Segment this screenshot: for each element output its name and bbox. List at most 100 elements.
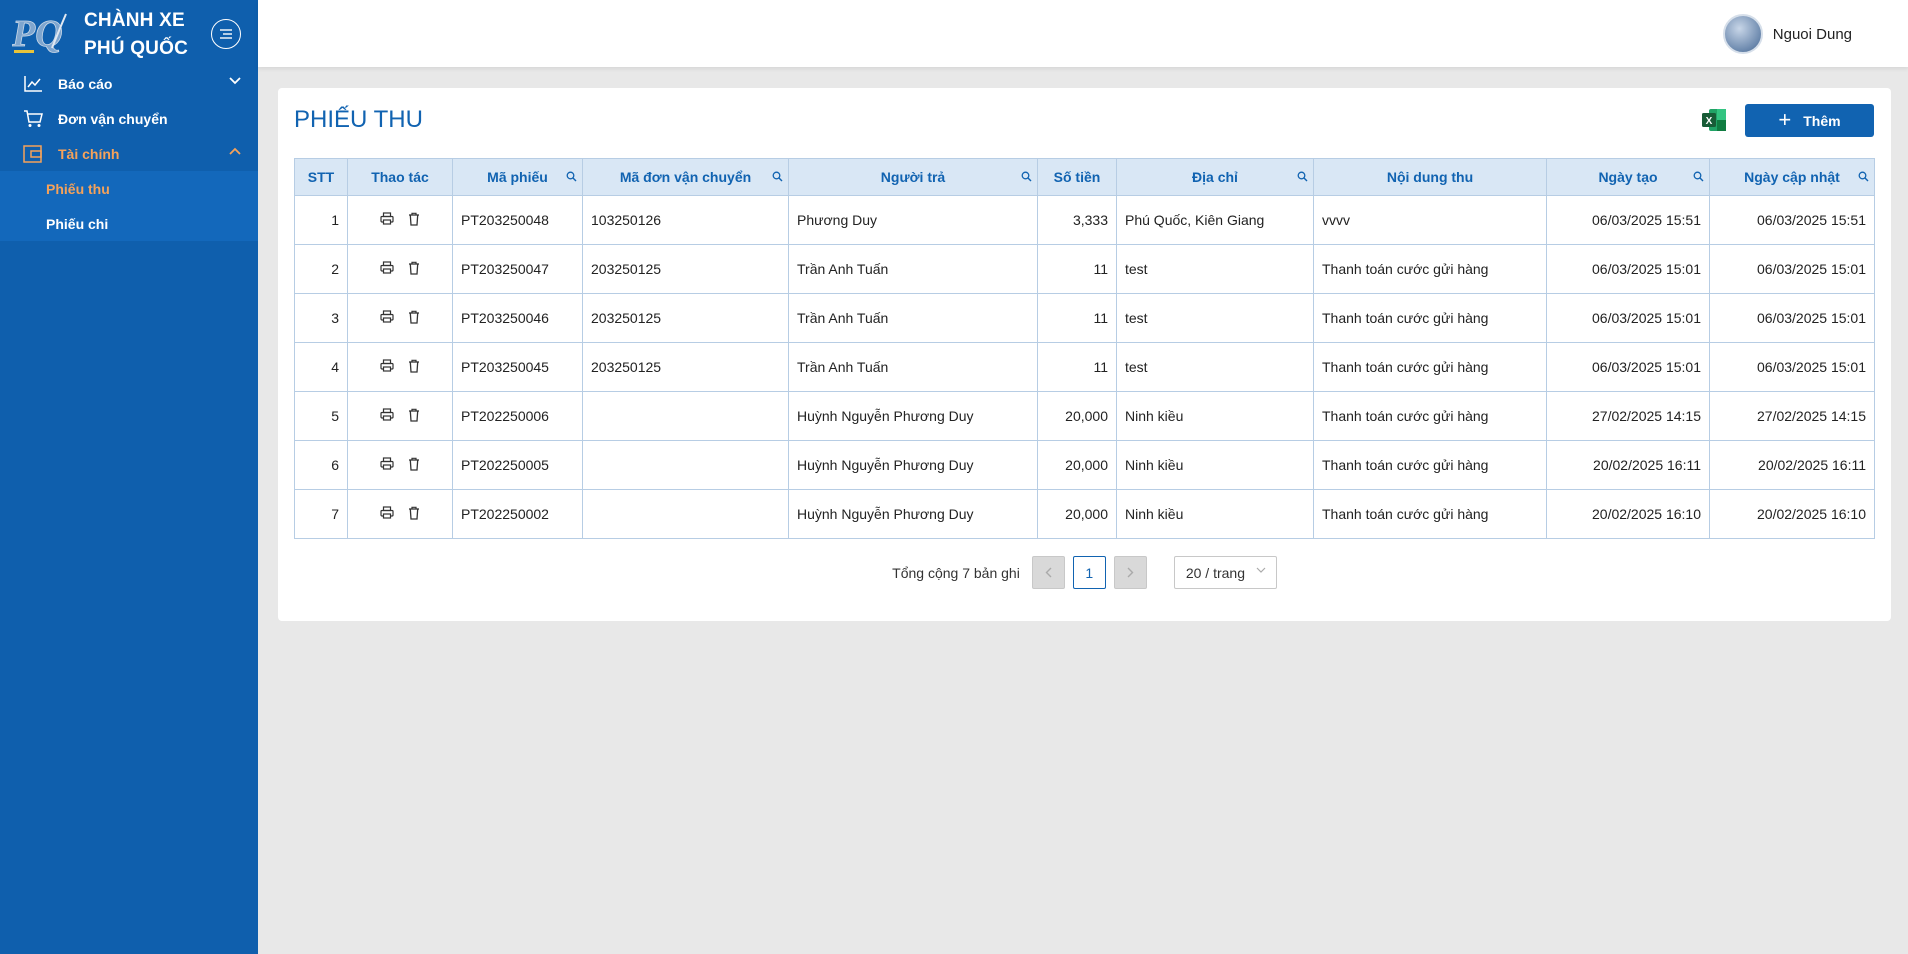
trash-icon[interactable] xyxy=(408,457,420,471)
trash-icon[interactable] xyxy=(408,359,420,373)
table-row: 2 PT203250047 203250125 Trần Anh Tuấn 11 test… xyxy=(294,244,1875,294)
cell-ma-phieu: PT203250045 xyxy=(452,342,583,392)
main-card: PHIẾU THU X + Thêm STT Thao tác Mã phiếu… xyxy=(278,88,1891,621)
export-excel-button[interactable]: X xyxy=(1700,107,1728,133)
search-icon[interactable] xyxy=(1021,171,1032,182)
cell-actions xyxy=(347,293,453,343)
prev-page-button[interactable] xyxy=(1031,556,1065,589)
table-row: 1 PT203250048 103250126 Phương Duy 3,333 Phú … xyxy=(294,195,1875,245)
sidebar-item-don-van-chuyen[interactable]: Đơn vận chuyển xyxy=(0,101,258,136)
table-header-row: STT Thao tác Mã phiếu Mã đơn vận chuyển … xyxy=(294,158,1875,196)
brand-line-1: CHÀNH XE xyxy=(84,10,185,31)
trash-icon[interactable] xyxy=(408,506,420,520)
avatar xyxy=(1722,14,1763,54)
cell-ma-don: 103250126 xyxy=(582,195,789,245)
cell-ma-phieu: PT203250046 xyxy=(452,293,583,343)
page-title: PHIẾU THU xyxy=(294,106,423,133)
brand-name: CHÀNH XE PHÚ QUỐC xyxy=(84,7,188,63)
cell-so-tien: 11 xyxy=(1037,342,1117,392)
print-icon[interactable] xyxy=(380,408,394,421)
cell-actions xyxy=(347,244,453,294)
add-button[interactable]: + Thêm xyxy=(1745,104,1874,137)
cell-ngay-cap-nhat: 06/03/2025 15:01 xyxy=(1709,342,1875,392)
search-icon[interactable] xyxy=(772,171,783,182)
page-size-select[interactable]: 20 / trang xyxy=(1173,556,1277,589)
brand-line-2: PHÚ QUỐC xyxy=(84,38,188,59)
top-header: Nguoi Dung xyxy=(258,0,1908,67)
print-icon[interactable] xyxy=(380,261,394,274)
chevron-right-icon xyxy=(1127,567,1134,578)
sidebar-item-bao-cao[interactable]: Báo cáo xyxy=(0,66,258,101)
cell-dia-chi: Phú Quốc, Kiên Giang xyxy=(1116,195,1314,245)
print-icon[interactable] xyxy=(380,212,394,225)
cell-stt: 2 xyxy=(294,244,348,294)
trash-icon[interactable] xyxy=(408,408,420,422)
cell-ngay-cap-nhat: 27/02/2025 14:15 xyxy=(1709,391,1875,441)
trash-icon[interactable] xyxy=(408,212,420,226)
cell-nguoi-tra: Trần Anh Tuấn xyxy=(788,293,1038,343)
sidebar-item-label: Đơn vận chuyển xyxy=(58,110,168,127)
table-body: 1 PT203250048 103250126 Phương Duy 3,333 Phú … xyxy=(294,195,1875,539)
cell-stt: 4 xyxy=(294,342,348,392)
total-records: Tổng cộng 7 bản ghi xyxy=(892,564,1020,581)
brand: PQ CHÀNH XE PHÚ QUỐC xyxy=(0,0,258,66)
logo-icon: PQ xyxy=(12,13,67,55)
table-row: 7 PT202250002 Huỳnh Nguyễn Phương Duy 20,00… xyxy=(294,489,1875,539)
cell-ngay-cap-nhat: 06/03/2025 15:01 xyxy=(1709,244,1875,294)
table-row: 3 PT203250046 203250125 Trần Anh Tuấn 11 test… xyxy=(294,293,1875,343)
cell-dia-chi: Ninh kiều xyxy=(1116,391,1314,441)
cell-ma-don xyxy=(582,391,789,441)
cell-so-tien: 11 xyxy=(1037,293,1117,343)
cell-stt: 5 xyxy=(294,391,348,441)
cell-ngay-cap-nhat: 20/02/2025 16:11 xyxy=(1709,440,1875,490)
cell-noi-dung: Thanh toán cước gửi hàng xyxy=(1313,440,1547,490)
cell-actions xyxy=(347,195,453,245)
cell-noi-dung: Thanh toán cước gửi hàng xyxy=(1313,342,1547,392)
sidebar-item-phieu-chi[interactable]: Phiếu chi xyxy=(0,206,258,241)
sidebar: PQ CHÀNH XE PHÚ QUỐC Báo cáo Đơn vận chu… xyxy=(0,0,258,954)
search-icon[interactable] xyxy=(1693,171,1704,182)
page-number-button[interactable]: 1 xyxy=(1072,556,1106,589)
sidebar-toggle-button[interactable] xyxy=(211,19,241,49)
trash-icon[interactable] xyxy=(408,261,420,275)
table-row: 4 PT203250045 203250125 Trần Anh Tuấn 11 test… xyxy=(294,342,1875,392)
cell-nguoi-tra: Phương Duy xyxy=(788,195,1038,245)
cart-icon xyxy=(22,108,44,130)
cell-so-tien: 11 xyxy=(1037,244,1117,294)
cell-nguoi-tra: Trần Anh Tuấn xyxy=(788,342,1038,392)
cell-ngay-cap-nhat: 20/02/2025 16:10 xyxy=(1709,489,1875,539)
cell-dia-chi: Ninh kiều xyxy=(1116,489,1314,539)
print-icon[interactable] xyxy=(380,359,394,372)
cell-ngay-tao: 06/03/2025 15:01 xyxy=(1546,293,1710,343)
submenu-tai-chinh: Phiếu thu Phiếu chi xyxy=(0,171,258,241)
cell-ma-don xyxy=(582,440,789,490)
trash-icon[interactable] xyxy=(408,310,420,324)
next-page-button[interactable] xyxy=(1113,556,1147,589)
search-icon[interactable] xyxy=(566,171,577,182)
cell-stt: 6 xyxy=(294,440,348,490)
cell-noi-dung: Thanh toán cước gửi hàng xyxy=(1313,244,1547,294)
cell-nguoi-tra: Huỳnh Nguyễn Phương Duy xyxy=(788,489,1038,539)
svg-text:PQ: PQ xyxy=(12,13,63,55)
cell-ma-don xyxy=(582,489,789,539)
print-icon[interactable] xyxy=(380,457,394,470)
sidebar-item-label: Tài chính xyxy=(58,145,120,162)
sidebar-item-tai-chinh[interactable]: Tài chính xyxy=(0,136,258,171)
column-header-ngay-tao: Ngày tạo xyxy=(1546,158,1710,196)
cell-noi-dung: vvvv xyxy=(1313,195,1547,245)
search-icon[interactable] xyxy=(1297,171,1308,182)
search-icon[interactable] xyxy=(1858,171,1869,182)
column-header-ngay-cap-nhat: Ngày cập nhật xyxy=(1709,158,1875,196)
print-icon[interactable] xyxy=(380,506,394,519)
print-icon[interactable] xyxy=(380,310,394,323)
user-menu[interactable]: Nguoi Dung xyxy=(1722,13,1852,55)
cell-ma-don: 203250125 xyxy=(582,342,789,392)
sidebar-item-phieu-thu[interactable]: Phiếu thu xyxy=(0,171,258,206)
page-size-value: 20 / trang xyxy=(1185,564,1245,581)
svg-text:X: X xyxy=(1706,116,1713,127)
chevron-up-icon xyxy=(229,147,241,155)
cell-noi-dung: Thanh toán cước gửi hàng xyxy=(1313,489,1547,539)
column-header-thao-tac: Thao tác xyxy=(347,158,453,196)
cell-ma-don: 203250125 xyxy=(582,293,789,343)
cell-actions xyxy=(347,391,453,441)
